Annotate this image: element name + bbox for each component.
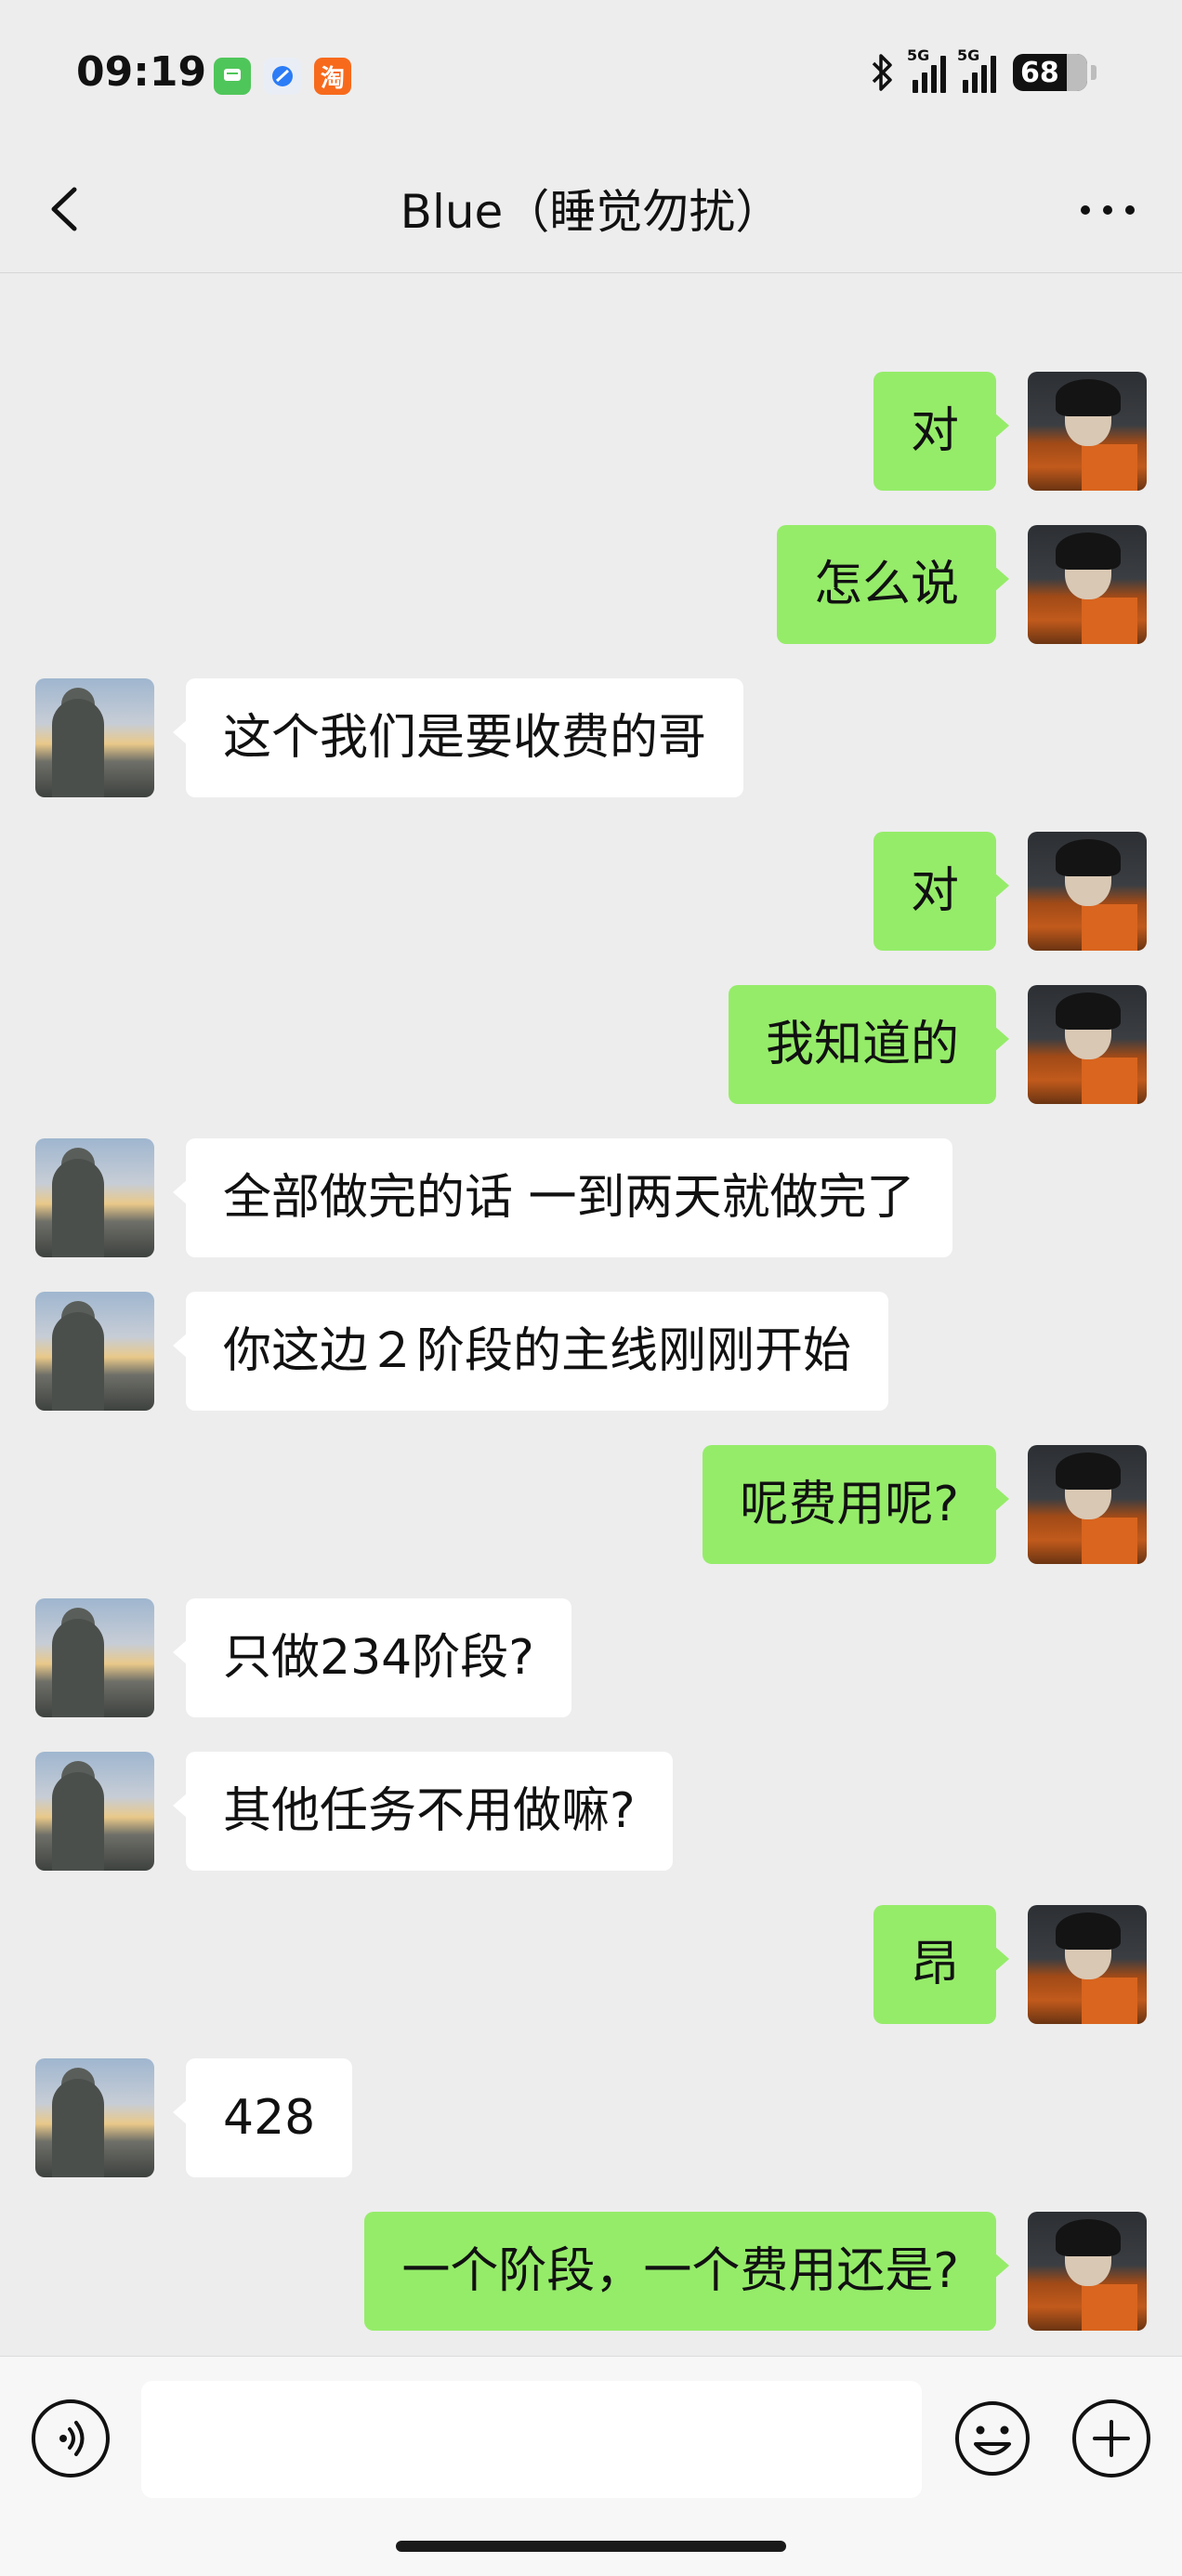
taobao-app-icon: 淘 — [314, 58, 351, 95]
message-bubble[interactable]: 昂 — [873, 1905, 1010, 2024]
contact-avatar[interactable] — [35, 1752, 154, 1871]
battery-tip — [1091, 65, 1097, 80]
bluetooth-icon — [872, 54, 892, 91]
outgoing-message: 怎么说 — [0, 525, 1182, 644]
status-indicators: 5G 5G 68 — [868, 46, 1097, 93]
message-bubble[interactable]: 全部做完的话 一到两天就做完了 — [173, 1138, 952, 1257]
message-bubble[interactable]: 呢费用呢? — [703, 1445, 1009, 1564]
message-bubble[interactable]: 我知道的 — [728, 985, 1010, 1104]
incoming-message: 428 — [0, 2058, 1182, 2177]
signal-icon: 5G — [957, 46, 996, 93]
chat-title: Blue（睡觉勿扰） — [400, 185, 782, 239]
message-bubble[interactable]: 一个阶段，一个费用还是? — [364, 2212, 1009, 2331]
emoji-icon — [955, 2401, 1030, 2476]
outgoing-message: 对 — [0, 372, 1182, 491]
my-avatar[interactable] — [1028, 2212, 1147, 2331]
message-bubble[interactable]: 只做234阶段? — [173, 1598, 571, 1717]
messages-app-icon — [214, 58, 251, 95]
outgoing-message: 我知道的 — [0, 985, 1182, 1104]
incoming-message: 你这边２阶段的主线刚刚开始 — [0, 1292, 1182, 1411]
plus-icon — [1093, 2420, 1130, 2457]
incoming-message: 其他任务不用做嘛? — [0, 1752, 1182, 1871]
outgoing-message: 呢费用呢? — [0, 1445, 1182, 1564]
contact-avatar[interactable] — [35, 1598, 154, 1717]
my-avatar[interactable] — [1028, 372, 1147, 491]
contact-avatar[interactable] — [35, 1138, 154, 1257]
home-indicator — [396, 2541, 786, 2552]
message-bubble[interactable]: 你这边２阶段的主线刚刚开始 — [172, 1292, 889, 1411]
message-bubble[interactable]: 对 — [873, 372, 1010, 491]
message-bubble[interactable]: 怎么说 — [776, 525, 1010, 644]
more-functions-button[interactable] — [1072, 2399, 1150, 2477]
signal-icon: 5G — [907, 46, 946, 93]
contact-avatar[interactable] — [35, 1292, 154, 1411]
battery-level: 68 — [1020, 56, 1059, 89]
outgoing-message: 昂 — [0, 1905, 1182, 2024]
contact-avatar[interactable] — [35, 678, 154, 797]
message-input[interactable] — [141, 2381, 922, 2498]
status-time: 09:19 — [76, 48, 207, 96]
contact-avatar[interactable] — [35, 2058, 154, 2177]
more-dots-icon — [1081, 205, 1090, 215]
message-list[interactable]: 全部嘛？对怎么说这个我们是要收费的哥对我知道的全部做完的话 一到两天就做完了你这… — [0, 274, 1182, 2356]
more-options-button[interactable] — [1070, 184, 1145, 236]
voice-input-button[interactable] — [32, 2399, 110, 2477]
my-avatar[interactable] — [1028, 1445, 1147, 1564]
voice-icon — [59, 2421, 85, 2456]
my-avatar[interactable] — [1028, 1905, 1147, 2024]
my-avatar[interactable] — [1028, 985, 1147, 1104]
outgoing-message: 对 — [0, 832, 1182, 951]
battery-icon: 68 — [1013, 54, 1087, 91]
my-avatar[interactable] — [1028, 525, 1147, 644]
incoming-message: 这个我们是要收费的哥 — [0, 678, 1182, 797]
emoji-button[interactable] — [953, 2399, 1031, 2477]
message-bubble[interactable]: 这个我们是要收费的哥 — [172, 678, 744, 797]
my-avatar[interactable] — [1028, 832, 1147, 951]
message-bubble[interactable]: 对 — [873, 832, 1010, 951]
outgoing-message: 一个阶段，一个费用还是? — [0, 2212, 1182, 2331]
status-app-icons: 淘 — [214, 58, 351, 95]
chat-header: Blue（睡觉勿扰） — [0, 149, 1182, 273]
browser-app-icon — [264, 58, 301, 95]
incoming-message: 只做234阶段? — [0, 1598, 1182, 1717]
message-bubble[interactable]: 其他任务不用做嘛? — [173, 1752, 673, 1871]
message-bubble[interactable]: 428 — [172, 2058, 353, 2177]
incoming-message: 全部做完的话 一到两天就做完了 — [0, 1138, 1182, 1257]
status-bar: 09:19 淘 5G 5G 68 — [0, 0, 1182, 149]
